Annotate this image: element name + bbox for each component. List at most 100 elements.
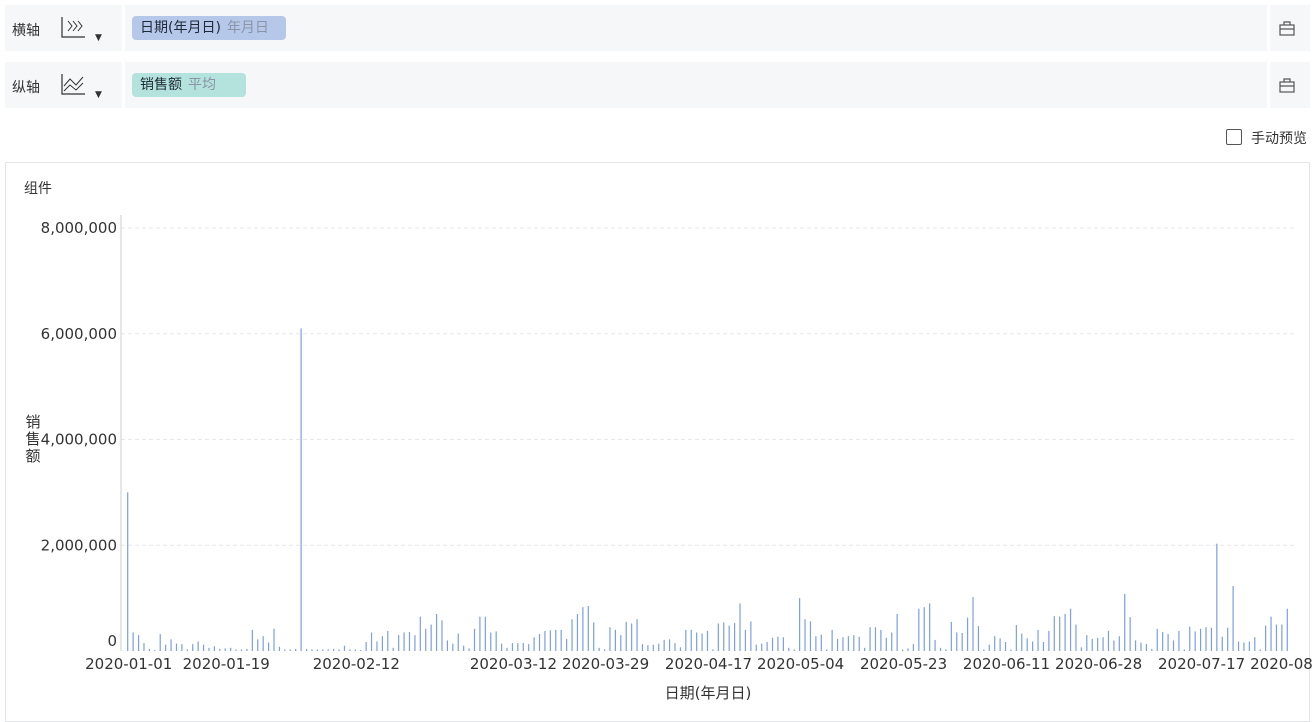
bar[interactable] (300, 328, 302, 651)
bar[interactable] (1037, 629, 1039, 651)
bar[interactable] (593, 622, 595, 651)
bar[interactable] (495, 631, 497, 651)
bar[interactable] (1086, 635, 1088, 651)
bar[interactable] (370, 632, 373, 651)
bar[interactable] (1053, 616, 1055, 651)
bar[interactable] (175, 643, 178, 651)
bar[interactable] (289, 649, 291, 651)
bar[interactable] (1183, 649, 1185, 651)
bar[interactable] (701, 633, 703, 651)
bar[interactable] (939, 647, 942, 651)
bar[interactable] (1172, 640, 1175, 651)
bar[interactable] (219, 648, 221, 651)
bar[interactable] (148, 648, 150, 651)
bar[interactable] (923, 607, 925, 651)
bar[interactable] (560, 629, 562, 651)
bar[interactable] (896, 613, 898, 651)
bar[interactable] (484, 616, 486, 651)
bar[interactable] (143, 643, 145, 651)
bar[interactable] (202, 644, 205, 651)
bar[interactable] (419, 616, 421, 651)
bar[interactable] (1221, 636, 1223, 651)
bar[interactable] (815, 636, 817, 651)
bar[interactable] (1059, 616, 1061, 651)
bar[interactable] (273, 628, 275, 651)
bar[interactable] (609, 627, 611, 651)
bar[interactable] (966, 617, 969, 651)
bar[interactable] (1015, 625, 1017, 651)
bar[interactable] (750, 621, 752, 651)
bar[interactable] (1199, 628, 1202, 651)
bar[interactable] (999, 638, 1001, 651)
bar[interactable] (1216, 543, 1218, 651)
bar[interactable] (1243, 642, 1245, 651)
bar[interactable] (354, 649, 356, 651)
bar[interactable] (435, 613, 438, 651)
bar[interactable] (500, 643, 503, 651)
bar[interactable] (587, 606, 589, 651)
bar[interactable] (1156, 628, 1158, 651)
bar[interactable] (235, 649, 237, 651)
bar[interactable] (365, 642, 367, 651)
bar[interactable] (213, 646, 216, 651)
bar[interactable] (1151, 648, 1153, 651)
bar[interactable] (468, 648, 470, 651)
bar[interactable] (614, 629, 616, 651)
bar[interactable] (1026, 638, 1028, 651)
bar[interactable] (528, 644, 530, 651)
bar[interactable] (1286, 608, 1288, 651)
bar[interactable] (744, 629, 747, 651)
bar[interactable] (1248, 641, 1250, 651)
bar[interactable] (1113, 640, 1115, 651)
bar[interactable] (251, 629, 253, 651)
bar[interactable] (278, 646, 281, 651)
bar[interactable] (1270, 616, 1272, 651)
bar[interactable] (685, 629, 687, 651)
bar[interactable] (950, 621, 952, 651)
bar[interactable] (636, 619, 638, 651)
bar[interactable] (295, 648, 297, 651)
bar[interactable] (820, 634, 822, 651)
bar[interactable] (620, 635, 622, 651)
bar[interactable] (869, 627, 871, 651)
bar[interactable] (490, 632, 492, 651)
bar[interactable] (901, 649, 904, 651)
bar[interactable] (690, 629, 692, 651)
bar[interactable] (641, 644, 644, 651)
bar[interactable] (1004, 642, 1007, 651)
bar[interactable] (1069, 608, 1072, 651)
bar[interactable] (658, 643, 660, 651)
bar[interactable] (788, 647, 790, 651)
bar[interactable] (473, 628, 476, 651)
bar[interactable] (192, 644, 194, 651)
bar[interactable] (880, 629, 882, 651)
bar[interactable] (240, 649, 243, 651)
bar[interactable] (132, 632, 134, 651)
bar[interactable] (809, 621, 812, 651)
bar[interactable] (1237, 641, 1240, 651)
bar[interactable] (1167, 634, 1169, 651)
bar[interactable] (186, 649, 188, 651)
bar[interactable] (782, 637, 784, 651)
bar[interactable] (381, 636, 383, 651)
bar[interactable] (1275, 624, 1278, 651)
bar[interactable] (322, 649, 324, 651)
bar[interactable] (376, 641, 378, 651)
bar[interactable] (853, 635, 855, 651)
bar[interactable] (912, 644, 915, 651)
bar[interactable] (1254, 637, 1256, 651)
bar[interactable] (338, 649, 340, 651)
bar[interactable] (208, 647, 210, 651)
bar[interactable] (1178, 630, 1180, 651)
bar[interactable] (425, 628, 427, 651)
bar[interactable] (826, 649, 828, 651)
bar[interactable] (1162, 631, 1164, 651)
bar[interactable] (197, 641, 199, 651)
bar[interactable] (387, 630, 389, 651)
bar[interactable] (544, 630, 546, 651)
bar[interactable] (679, 647, 682, 651)
bar[interactable] (1042, 642, 1045, 651)
bar[interactable] (706, 630, 709, 651)
bar[interactable] (631, 623, 633, 651)
bar[interactable] (506, 647, 508, 651)
